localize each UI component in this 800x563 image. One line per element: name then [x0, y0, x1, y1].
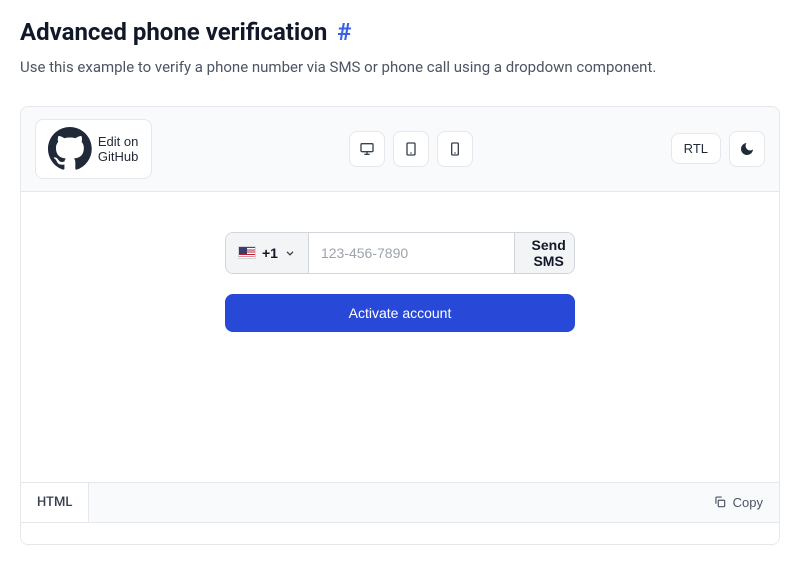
- country-code-label: +1: [262, 245, 278, 261]
- copy-icon: [713, 495, 727, 509]
- code-snippet-area: [21, 522, 779, 544]
- country-code-dropdown[interactable]: +1: [226, 233, 309, 273]
- anchor-link[interactable]: #: [337, 18, 351, 46]
- send-sms-dropdown[interactable]: Send SMS: [514, 233, 575, 273]
- activate-account-button[interactable]: Activate account: [225, 294, 575, 332]
- desktop-icon: [359, 141, 375, 157]
- code-tabs-row: HTML Copy: [21, 482, 779, 522]
- moon-icon: [739, 141, 755, 157]
- chevron-down-icon: [574, 247, 575, 259]
- example-card: Edit on GitHub RTL +1: [20, 106, 780, 545]
- edit-on-github-button[interactable]: Edit on GitHub: [35, 119, 152, 179]
- us-flag-icon: [238, 246, 256, 259]
- tablet-icon: [403, 141, 419, 157]
- viewport-mobile-button[interactable]: [437, 131, 473, 167]
- viewport-desktop-button[interactable]: [349, 131, 385, 167]
- edit-on-github-label: Edit on GitHub: [98, 134, 139, 164]
- section-description: Use this example to verify a phone numbe…: [20, 58, 780, 76]
- github-icon: [48, 127, 92, 171]
- tab-html[interactable]: HTML: [21, 483, 89, 522]
- copy-label: Copy: [733, 495, 763, 510]
- phone-number-input[interactable]: [309, 233, 514, 273]
- example-toolbar: Edit on GitHub RTL: [21, 107, 779, 192]
- chevron-down-icon: [284, 247, 296, 259]
- rtl-toggle-button[interactable]: RTL: [671, 133, 721, 164]
- mobile-icon: [447, 141, 463, 157]
- demo-preview-area: +1 Send SMS Activate account: [21, 192, 779, 482]
- viewport-tablet-button[interactable]: [393, 131, 429, 167]
- send-sms-label: Send SMS: [529, 237, 568, 269]
- dark-mode-toggle-button[interactable]: [729, 131, 765, 167]
- copy-code-button[interactable]: Copy: [697, 483, 779, 522]
- section-title: Advanced phone verification: [20, 18, 327, 46]
